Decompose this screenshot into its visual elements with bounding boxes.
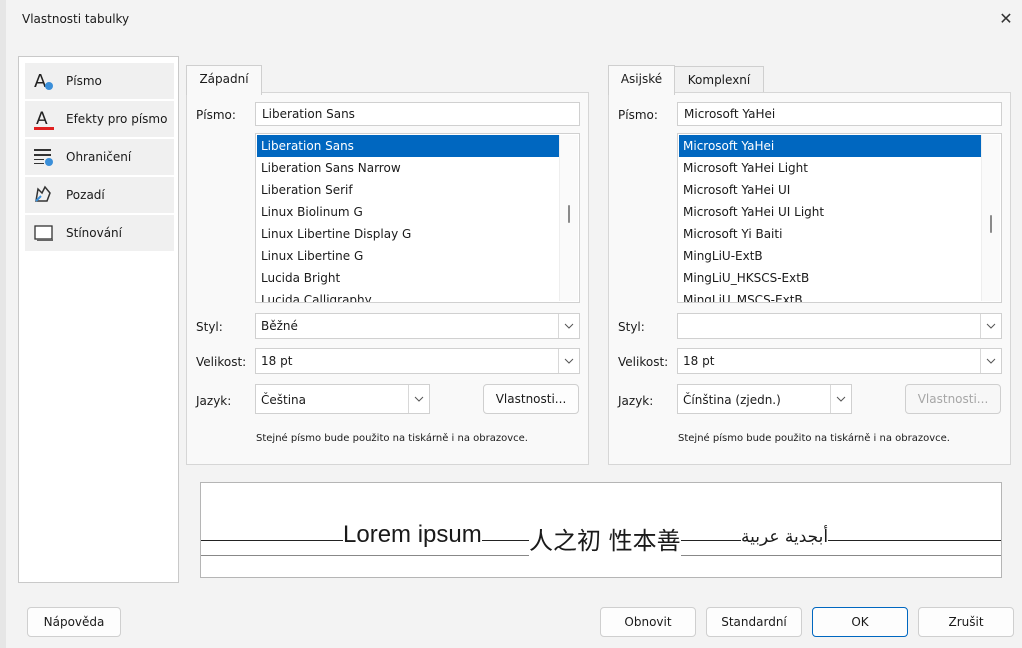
list-item[interactable]: Linux Biolinum G xyxy=(257,201,559,223)
tab-western[interactable]: Západní xyxy=(186,65,262,95)
chevron-down-icon[interactable] xyxy=(980,314,1001,338)
tab-complex-label: Komplexní xyxy=(687,73,751,87)
western-style-label: Styl: xyxy=(196,320,223,334)
asian-features-button[interactable]: Vlastnosti... xyxy=(905,384,1001,414)
list-item[interactable]: Microsoft YaHei UI Light xyxy=(679,201,981,223)
western-size-combo[interactable]: 18 pt xyxy=(255,348,580,374)
list-item[interactable]: Lucida Calligraphy xyxy=(257,289,559,302)
asian-font-list-scrollbar[interactable] xyxy=(981,135,1000,301)
sidebar-item-label: Ohraničení xyxy=(66,150,132,164)
western-size-label: Velikost: xyxy=(196,355,247,369)
svg-text:A: A xyxy=(34,71,47,92)
reset-button[interactable]: Obnovit xyxy=(600,607,696,637)
sidebar-item-shadow[interactable]: Stínování xyxy=(25,215,174,251)
asian-size-combo[interactable]: 18 pt xyxy=(677,348,1002,374)
list-item[interactable]: MingLiU_MSCS-ExtB xyxy=(679,289,981,302)
list-item[interactable]: MingLiU-ExtB xyxy=(679,245,981,267)
asian-size-value: 18 pt xyxy=(683,354,715,368)
chevron-down-icon[interactable] xyxy=(558,314,579,338)
western-size-value: 18 pt xyxy=(261,354,293,368)
list-item[interactable]: Liberation Sans xyxy=(257,135,559,157)
help-button[interactable]: Nápověda xyxy=(27,607,121,637)
western-language-combo[interactable]: Čeština xyxy=(255,384,430,414)
list-item[interactable]: MingLiU_HKSCS-ExtB xyxy=(679,267,981,289)
cancel-button[interactable]: Zrušit xyxy=(918,607,1014,637)
sidebar-item-label: Písmo xyxy=(66,74,102,88)
font-effects-icon: A xyxy=(34,109,54,130)
title-bar: Vlastnosti tabulky ✕ xyxy=(6,0,1022,40)
asian-font-list[interactable]: Microsoft YaHei Microsoft YaHei Light Mi… xyxy=(677,133,1002,303)
asian-style-combo[interactable] xyxy=(677,313,1002,339)
western-font-list[interactable]: Liberation Sans Liberation Sans Narrow L… xyxy=(255,133,580,303)
chevron-down-icon[interactable] xyxy=(558,349,579,373)
font-icon: A xyxy=(34,71,53,92)
svg-text:A: A xyxy=(36,109,48,129)
sidebar-item-background[interactable]: Pozadí xyxy=(25,177,174,213)
sidebar-item-font[interactable]: A Písmo xyxy=(25,63,174,99)
tab-asian[interactable]: Asijské xyxy=(608,65,675,95)
asian-style-label: Styl: xyxy=(618,320,645,334)
tab-asian-label: Asijské xyxy=(620,72,663,86)
sidebar-item-label: Pozadí xyxy=(66,188,105,202)
list-item[interactable]: Lucida Bright xyxy=(257,267,559,289)
background-icon xyxy=(35,185,51,202)
list-item[interactable]: Microsoft YaHei UI xyxy=(679,179,981,201)
category-sidebar: A Písmo A Efekty pro písmo Ohraničení Po… xyxy=(18,56,179,583)
list-item[interactable]: Microsoft YaHei Light xyxy=(679,157,981,179)
western-style-combo[interactable]: Běžné xyxy=(255,313,580,339)
list-item[interactable]: Liberation Serif xyxy=(257,179,559,201)
western-features-button[interactable]: Vlastnosti... xyxy=(483,384,579,414)
chevron-down-icon[interactable] xyxy=(408,385,429,413)
western-language-label: Jazyk: xyxy=(196,394,232,408)
tab-complex[interactable]: Komplexní xyxy=(674,66,764,95)
western-note: Stejné písmo bude použito na tiskárně i … xyxy=(256,433,528,444)
preview-western-text: Lorem ipsum xyxy=(343,521,482,549)
asian-language-label: Jazyk: xyxy=(618,394,654,408)
dialog-window: Vlastnosti tabulky ✕ A Písmo A Efekty pr… xyxy=(0,0,1022,648)
western-language-value: Čeština xyxy=(261,393,307,407)
western-font-label: Písmo: xyxy=(196,108,236,122)
list-item[interactable]: Microsoft Yi Baiti xyxy=(679,223,981,245)
preview-asian-text: 人之初 性本善 xyxy=(529,521,681,556)
close-icon[interactable]: ✕ xyxy=(994,8,1018,32)
sidebar-item-font-effects[interactable]: A Efekty pro písmo xyxy=(25,101,174,137)
standard-button[interactable]: Standardní xyxy=(706,607,802,637)
left-window-edge xyxy=(0,0,6,648)
tab-western-label: Západní xyxy=(199,72,249,86)
chevron-down-icon[interactable] xyxy=(980,349,1001,373)
asian-language-combo[interactable]: Čínština (zjedn.) xyxy=(677,384,852,414)
dialog-title: Vlastnosti tabulky xyxy=(22,12,130,26)
list-item[interactable]: Liberation Sans Narrow xyxy=(257,157,559,179)
sidebar-item-label: Efekty pro písmo xyxy=(66,112,168,126)
preview-complex-text: أبجدية عربية xyxy=(741,527,829,547)
western-style-value: Běžné xyxy=(261,319,298,333)
asian-language-value: Čínština (zjedn.) xyxy=(683,393,781,407)
list-item[interactable]: Linux Libertine G xyxy=(257,245,559,267)
sidebar-item-borders[interactable]: Ohraničení xyxy=(25,139,174,175)
list-item[interactable]: Linux Libertine Display G xyxy=(257,223,559,245)
font-preview: Lorem ipsum 人之初 性本善 أبجدية عربية xyxy=(200,482,1002,578)
asian-font-field[interactable]: Microsoft YaHei xyxy=(677,102,1002,126)
western-font-field[interactable]: Liberation Sans xyxy=(255,102,580,126)
asian-size-label: Velikost: xyxy=(618,355,669,369)
western-font-list-scrollbar[interactable] xyxy=(559,135,578,301)
borders-icon xyxy=(34,149,53,166)
asian-font-label: Písmo: xyxy=(618,108,658,122)
list-item[interactable]: Microsoft YaHei xyxy=(679,135,981,157)
shadow-icon xyxy=(34,225,53,241)
scrollbar-thumb[interactable] xyxy=(568,205,570,223)
sidebar-item-label: Stínování xyxy=(66,226,122,240)
ok-button[interactable]: OK xyxy=(812,607,908,637)
scrollbar-thumb[interactable] xyxy=(990,215,992,233)
asian-note: Stejné písmo bude použito na tiskárně i … xyxy=(678,433,950,444)
chevron-down-icon[interactable] xyxy=(830,385,851,413)
